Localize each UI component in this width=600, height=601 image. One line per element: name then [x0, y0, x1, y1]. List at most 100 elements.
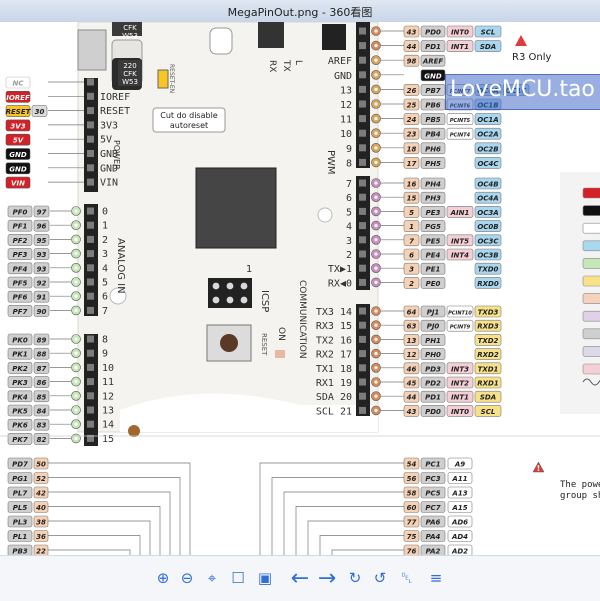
digital-func-2: SCL: [481, 408, 496, 416]
zoom-out-button[interactable]: ⊖: [176, 564, 198, 592]
digital-func-2: OC3C: [477, 237, 499, 245]
fit-window-button[interactable]: ⌖: [201, 564, 223, 592]
digital-pin-dot-hole: [374, 131, 378, 135]
analog-pin-dot-hole: [74, 308, 78, 312]
power-warning-line: group sh: [560, 491, 600, 501]
digital-port-tag: PB5: [425, 116, 440, 124]
digital-port-tag: PH1: [425, 337, 441, 345]
digital-pin-dot-hole: [374, 44, 378, 48]
header-pin: [359, 158, 366, 166]
open-folder-icon: ☐: [231, 569, 245, 587]
digital-func-2: SDA: [480, 394, 496, 402]
digital-func-2: OC4C: [477, 160, 499, 168]
digital-header-label: 6: [346, 193, 352, 204]
bottom-right-wire: [271, 477, 404, 555]
header-pin: [359, 378, 366, 386]
digital-header-label: AREF: [328, 56, 352, 67]
digital-func-2: TXD1: [478, 365, 499, 373]
power-warning-text: The powe group sh: [560, 480, 600, 502]
analog-index: 12: [102, 391, 114, 402]
icsp-header: [208, 278, 252, 308]
header-pin: [359, 392, 366, 400]
digital-pin-dot-hole: [374, 29, 378, 33]
analog-port-tag: PK5: [12, 408, 28, 416]
bottom-right-wire: [259, 462, 404, 555]
analog-label: ANALOG IN: [115, 238, 126, 294]
digital-pin-dot-hole: [374, 238, 378, 242]
header-pin: [87, 420, 94, 428]
analog-port-tag: PK1: [12, 351, 28, 359]
digital-header-label: RX◀0: [328, 278, 352, 289]
on-label: ON: [276, 327, 286, 341]
power-header-label: GND: [100, 163, 118, 174]
rotate-right-button[interactable]: ↻: [344, 564, 366, 592]
analog-index: 5: [102, 278, 108, 289]
legend-swatch: [582, 222, 600, 234]
analog-pin-number: 97: [37, 209, 47, 217]
digital-pin-number: 45: [407, 380, 417, 388]
slideshow-button[interactable]: ▣: [254, 564, 276, 592]
digital-func-1: INT0: [451, 408, 469, 416]
header-pin: [87, 292, 94, 300]
analog-pin-dot-hole: [74, 237, 78, 241]
digital-pin-dot-hole: [374, 380, 378, 384]
digital-func-1: INT5: [451, 237, 469, 245]
digital-func-1: INT3: [451, 365, 469, 373]
digital-header-label: 2: [346, 250, 352, 261]
digital-port-tag: PJ0: [427, 323, 440, 331]
open-folder-button[interactable]: ☐: [227, 564, 249, 592]
analog-pin-number: 84: [37, 408, 47, 416]
rotate-left-button[interactable]: ↺: [369, 564, 391, 592]
analog-port-tag: PF1: [13, 223, 28, 231]
digital-pin-number: 25: [407, 102, 417, 110]
header-pin: [359, 250, 366, 258]
analog-pin-dot-hole: [74, 351, 78, 355]
reset-en-label: RESET-EN: [168, 64, 175, 93]
menu-button[interactable]: ≡: [425, 564, 447, 592]
bottom-right-wire: [319, 535, 404, 555]
analog-index: 13: [102, 406, 114, 417]
analog-port-tag: PF7: [13, 308, 28, 316]
digital-pin-dot-hole: [374, 252, 378, 256]
digital-func-1: PCINT5: [450, 118, 471, 124]
digital-pin-number: 63: [407, 323, 417, 331]
digital-func-1: INT2: [451, 380, 469, 388]
analog-pin-dot-hole: [74, 209, 78, 213]
digital-func-2: SCL: [481, 29, 496, 37]
legend-swatch: [582, 258, 600, 269]
bottom-left-port: PL7: [13, 490, 28, 498]
header-pin: [87, 306, 94, 314]
power-pin-tag: GND: [9, 165, 27, 173]
power-pin-tag: NC: [13, 80, 25, 88]
digital-func-1: PCINT4: [450, 133, 471, 139]
analog-index: 6: [102, 292, 108, 303]
delete-button[interactable]: ␡: [396, 564, 418, 592]
previous-arrow-button[interactable]: ←: [287, 564, 313, 592]
header-pin: [87, 150, 94, 157]
analog-pin-number: 82: [37, 436, 47, 444]
image-viewport[interactable]: CFK W53 220 CFK W53 1 ICSP RESET ON RX TX L RESET-EN…: [0, 22, 600, 555]
zoom-in-button[interactable]: ⊕: [152, 564, 174, 592]
bottom-right-port: PC1: [425, 461, 440, 469]
cut-note: Cut do disable: [160, 111, 218, 120]
header-pin: [359, 321, 366, 329]
rx-led-label: RX: [267, 60, 277, 72]
bottom-right-number: 60: [407, 504, 417, 512]
digital-header-label: 10: [340, 129, 352, 140]
digital-header-label: SDA 20: [316, 392, 352, 403]
watermark: LoveMCU.tao: [445, 74, 600, 110]
analog-pin-dot-hole: [74, 266, 78, 270]
next-arrow-button[interactable]: →: [314, 564, 340, 592]
analog-pin-dot-hole: [74, 422, 78, 426]
chip-label: W53: [122, 32, 138, 40]
digital-port-tag: PB6: [425, 102, 440, 110]
analog-pin-dot-hole: [74, 394, 78, 398]
header-pin: [87, 135, 94, 143]
digital-pin-dot-hole: [374, 309, 378, 313]
digital-header-label: TX1 18: [316, 364, 352, 375]
header-pin: [87, 392, 94, 400]
digital-header-label: 13: [340, 85, 352, 96]
digital-header-label: 12: [340, 100, 352, 111]
digital-func-2: OC2B: [477, 145, 498, 153]
header-pin: [359, 71, 366, 79]
